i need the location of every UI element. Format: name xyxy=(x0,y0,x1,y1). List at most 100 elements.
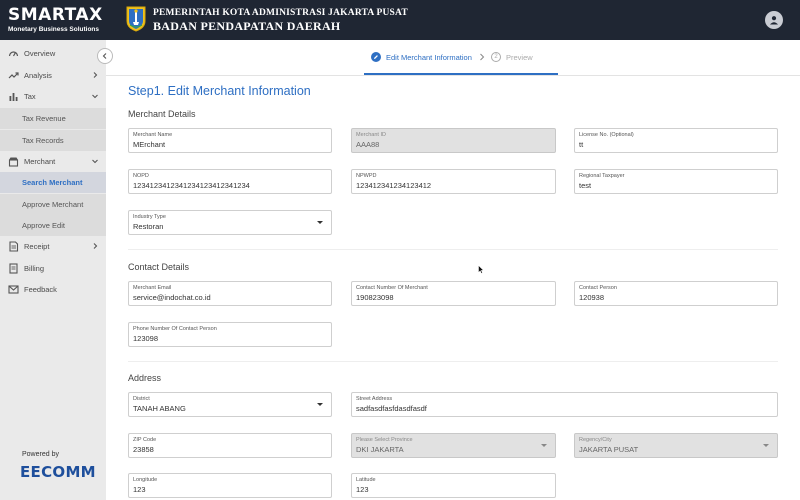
district-select[interactable]: District TANAH ABANG xyxy=(128,392,332,417)
sidebar-item-tax[interactable]: Tax xyxy=(0,86,106,107)
field-label: Please Select Province xyxy=(356,437,413,443)
sidebar-subitem-approve-edit[interactable]: Approve Edit xyxy=(0,215,106,236)
analysis-icon xyxy=(8,72,19,79)
feedback-icon xyxy=(8,285,19,294)
field-label: Industry Type xyxy=(133,214,166,220)
overview-icon xyxy=(8,51,19,57)
street-address-field[interactable]: Street Address sadfasdfasfdasdfasdf xyxy=(351,392,778,417)
field-value: tt xyxy=(579,140,584,149)
field-label: Regency/City xyxy=(579,437,612,443)
sidebar-item-analysis[interactable]: Analysis xyxy=(0,65,106,86)
sidebar-item-label: Search Merchant xyxy=(22,178,83,187)
field-value: TANAH ABANG xyxy=(133,404,186,413)
sidebar-item-label: Receipt xyxy=(24,242,50,251)
field-label: Phone Number Of Contact Person xyxy=(133,326,217,332)
step-preview[interactable]: 2 Preview xyxy=(491,52,533,62)
merchant-name-field[interactable]: Merchant Name MErchant xyxy=(128,128,332,153)
field-label: Merchant Name xyxy=(133,132,173,138)
field-value: sadfasdfasfdasdfasdf xyxy=(356,404,427,413)
government-title: PEMERINTAH KOTA ADMINISTRASI JAKARTA PUS… xyxy=(153,8,408,33)
chevron-down-icon xyxy=(92,94,98,99)
field-value: 123 xyxy=(356,485,369,494)
field-label: District xyxy=(133,396,150,402)
page-title: Step1. Edit Merchant Information xyxy=(128,84,311,98)
zip-code-field[interactable]: ZIP Code 23858 xyxy=(128,433,332,458)
sidebar-item-overview[interactable]: Overview xyxy=(0,43,106,64)
sidebar-subitem-tax-records[interactable]: Tax Records xyxy=(0,130,106,151)
province-select: Please Select Province DKI JAKARTA xyxy=(351,433,556,458)
dropdown-arrow-icon xyxy=(541,444,547,447)
brand-logo[interactable]: SMARTAX Monetary Business Solutions xyxy=(8,6,103,34)
sidebar-subitem-approve-merchant[interactable]: Approve Merchant xyxy=(0,194,106,215)
sidebar-item-receipt[interactable]: Receipt xyxy=(0,236,106,257)
field-label: Contact Number Of Merchant xyxy=(356,285,428,291)
industry-type-select[interactable]: Industry Type Restoran xyxy=(128,210,332,235)
gov-line-2: BADAN PENDAPATAN DAERAH xyxy=(153,19,341,33)
sidebar-subitem-tax-revenue[interactable]: Tax Revenue xyxy=(0,108,106,129)
merchant-icon xyxy=(8,157,19,167)
gov-line-1: PEMERINTAH KOTA ADMINISTRASI JAKARTA PUS… xyxy=(153,8,408,18)
field-value: service@indochat.co.id xyxy=(133,293,211,302)
field-value: 123 xyxy=(133,485,146,494)
sidebar-subitem-search-merchant[interactable]: Search Merchant xyxy=(0,172,106,193)
sidebar-item-feedback[interactable]: Feedback xyxy=(0,279,106,300)
chevron-right-icon xyxy=(93,243,98,249)
field-value: 123412341234123412 xyxy=(356,181,432,190)
field-label: Street Address xyxy=(356,396,393,402)
brand-name: SMARTAX xyxy=(8,5,103,25)
brand-tagline: Monetary Business Solutions xyxy=(8,26,100,33)
sidebar-item-merchant[interactable]: Merchant xyxy=(0,151,106,172)
sidebar-item-label: Approve Merchant xyxy=(22,200,84,209)
license-no-field[interactable]: License No. (Optional) tt xyxy=(574,128,778,153)
field-value: DKI JAKARTA xyxy=(356,445,404,454)
regional-taxpayer-field[interactable]: Regional Taxpayer test xyxy=(574,169,778,194)
sidebar-item-label: Tax xyxy=(24,92,36,101)
merchant-id-field: Merchant ID AAA88 xyxy=(351,128,556,153)
field-value: 1234123412341234123412341234 xyxy=(133,181,250,190)
field-label: Regional Taxpayer xyxy=(579,173,625,179)
sidebar-item-label: Analysis xyxy=(24,71,52,80)
sidebar-item-billing[interactable]: Billing xyxy=(0,258,106,279)
receipt-icon xyxy=(9,241,19,252)
sidebar-collapse-button[interactable] xyxy=(97,48,113,64)
step-edit-merchant[interactable]: Edit Merchant Information xyxy=(371,52,472,62)
sidebar-item-label: Tax Revenue xyxy=(22,114,66,123)
field-value: 120938 xyxy=(579,293,605,302)
longitude-field[interactable]: Longitude 123 xyxy=(128,473,332,498)
eecomm-logo: EECOMM xyxy=(20,463,96,481)
section-divider xyxy=(128,361,778,362)
field-label: Merchant Email xyxy=(133,285,172,291)
field-value: Restoran xyxy=(133,222,164,231)
powered-by-label: Powered by xyxy=(22,451,59,458)
field-label: Latitude xyxy=(356,477,376,483)
dropdown-arrow-icon xyxy=(763,444,769,447)
contact-phone-field[interactable]: Phone Number Of Contact Person 123098 xyxy=(128,322,332,347)
sidebar-item-label: Overview xyxy=(24,49,56,58)
section-merchant-details: Merchant Details xyxy=(128,109,196,119)
user-avatar-button[interactable] xyxy=(765,11,783,29)
field-value: JAKARTA PUSAT xyxy=(579,445,639,454)
chevron-left-icon xyxy=(102,53,107,59)
chevron-right-icon xyxy=(93,72,98,78)
sidebar-item-label: Tax Records xyxy=(22,136,64,145)
nopd-field[interactable]: NOPD 1234123412341234123412341234 xyxy=(128,169,332,194)
contact-number-field[interactable]: Contact Number Of Merchant 190823098 xyxy=(351,281,556,306)
sidebar-item-label: Approve Edit xyxy=(22,221,65,230)
chevron-down-icon xyxy=(92,159,98,164)
contact-person-field[interactable]: Contact Person 120938 xyxy=(574,281,778,306)
field-label: Longitude xyxy=(133,477,158,483)
field-value: 190823098 xyxy=(356,293,394,302)
field-value: 23858 xyxy=(133,445,154,454)
field-value: 123098 xyxy=(133,334,159,343)
step-label: Preview xyxy=(506,52,533,62)
mouse-cursor-icon xyxy=(478,265,484,274)
npwpd-field[interactable]: NPWPD 123412341234123412 xyxy=(351,169,556,194)
user-icon xyxy=(770,16,778,25)
sidebar-item-label: Merchant xyxy=(24,157,56,166)
field-label: NPWPD xyxy=(356,173,377,179)
latitude-field[interactable]: Latitude 123 xyxy=(351,473,556,498)
section-divider xyxy=(128,249,778,250)
stepper-divider xyxy=(106,75,800,76)
step-label: Edit Merchant Information xyxy=(386,52,472,62)
merchant-email-field[interactable]: Merchant Email service@indochat.co.id xyxy=(128,281,332,306)
